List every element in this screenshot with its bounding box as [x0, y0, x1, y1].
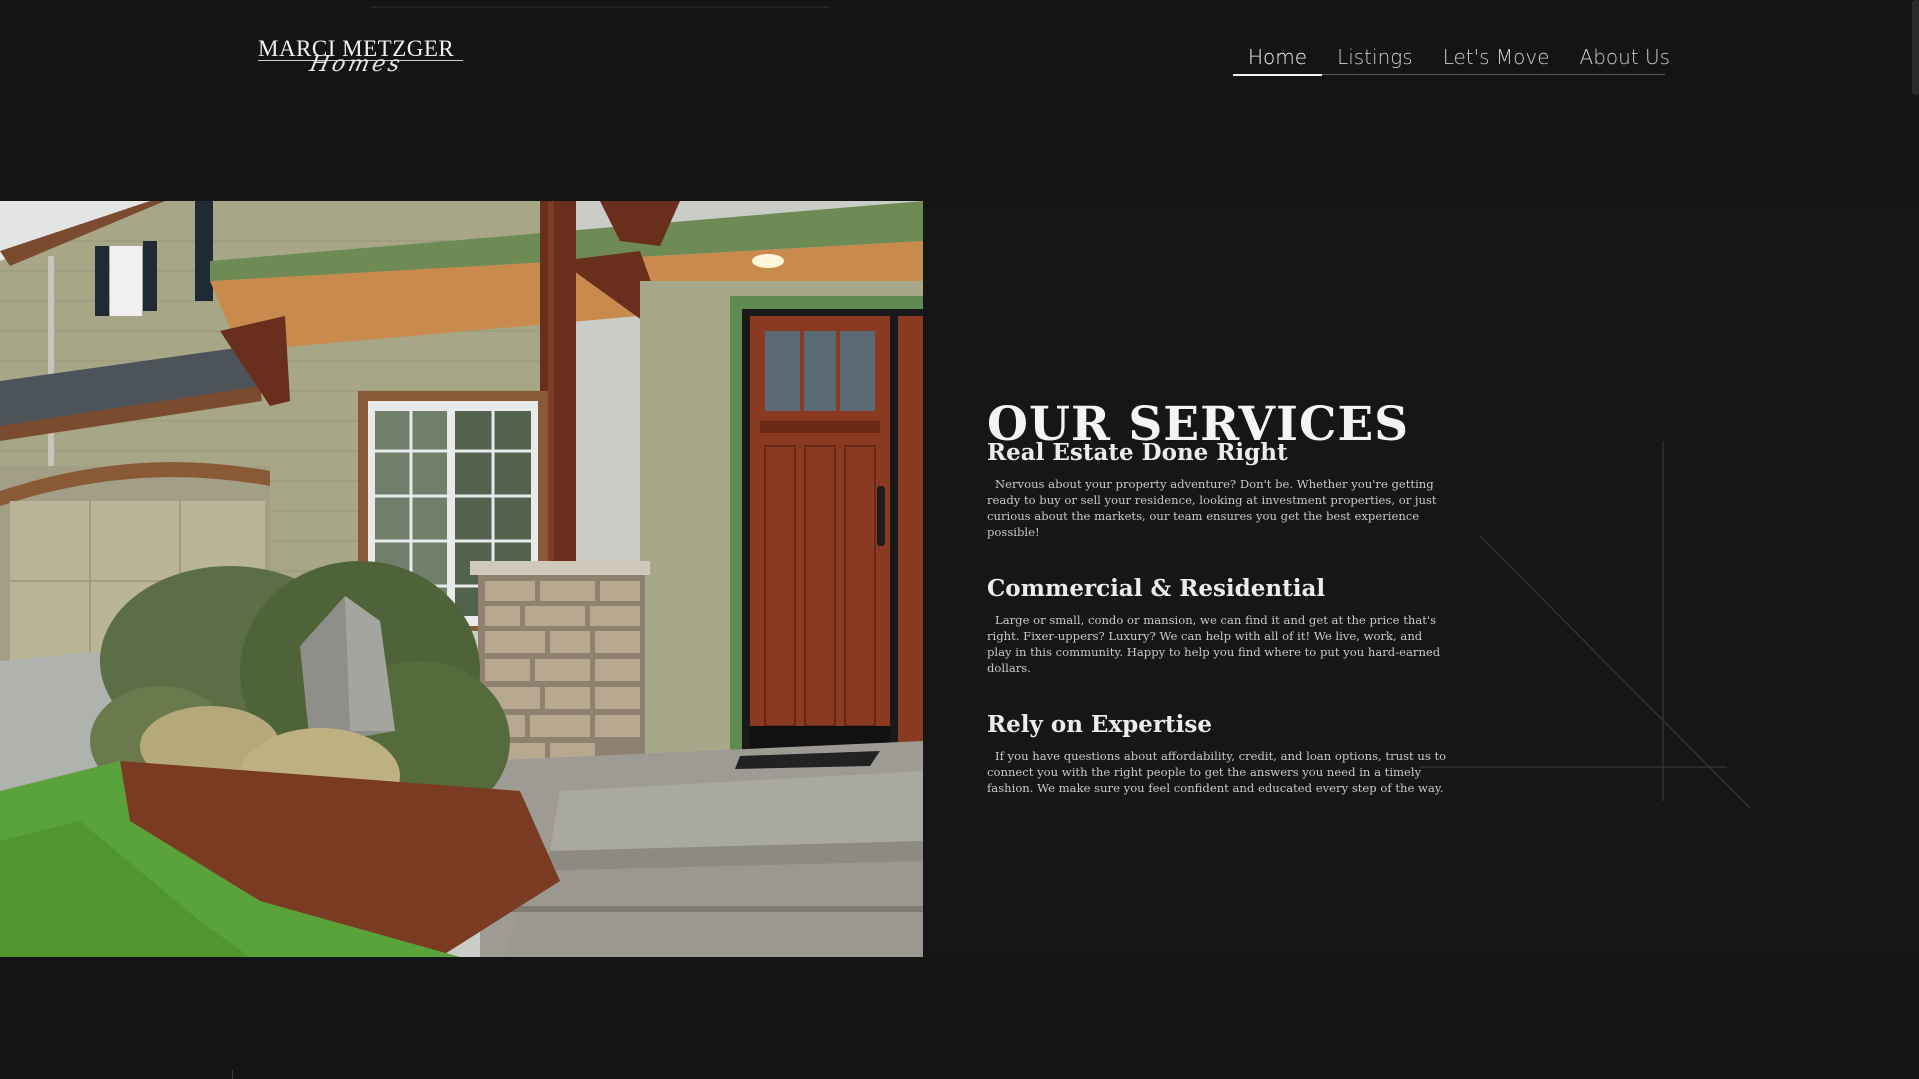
service-heading: Real Estate Done Right [987, 439, 1288, 466]
service-item: Real Estate Done Right Nervous about you… [987, 439, 1447, 540]
nav-item-home[interactable]: Home [1233, 40, 1323, 76]
decorative-lines [1420, 441, 1751, 809]
main-nav: Home Listings Let's Move About Us [1233, 40, 1670, 76]
service-heading: Commercial & Residential [987, 575, 1326, 602]
service-description: If you have questions about affordabilit… [987, 749, 1447, 795]
house-entrance-photo [0, 201, 923, 957]
scrollbar[interactable] [1912, 0, 1919, 95]
nav-item-about-us[interactable]: About Us [1565, 40, 1686, 75]
services-section: OUR SERVICES Real Estate Done Right Nerv… [0, 201, 1919, 957]
nav-item-listings[interactable]: Listings [1322, 40, 1428, 75]
service-heading: Rely on Expertise [987, 711, 1212, 738]
services-content: OUR SERVICES Real Estate Done Right Nerv… [987, 201, 1487, 957]
service-description: Nervous about your property adventure? D… [987, 477, 1437, 539]
nav-item-lets-move[interactable]: Let's Move [1428, 40, 1565, 75]
service-item: Rely on Expertise If you have questions … [987, 711, 1447, 796]
logo-script-text: Homes [307, 52, 406, 77]
service-item: Commercial & Residential Large or small,… [987, 575, 1447, 676]
section-marker [232, 1070, 233, 1079]
page: MARCI METZGER Homes Home Listings Let's … [0, 0, 1919, 1079]
logo[interactable]: MARCI METZGER Homes [258, 36, 463, 82]
service-description: Large or small, condo or mansion, we can… [987, 613, 1441, 675]
top-scroll-indicator [370, 0, 830, 8]
